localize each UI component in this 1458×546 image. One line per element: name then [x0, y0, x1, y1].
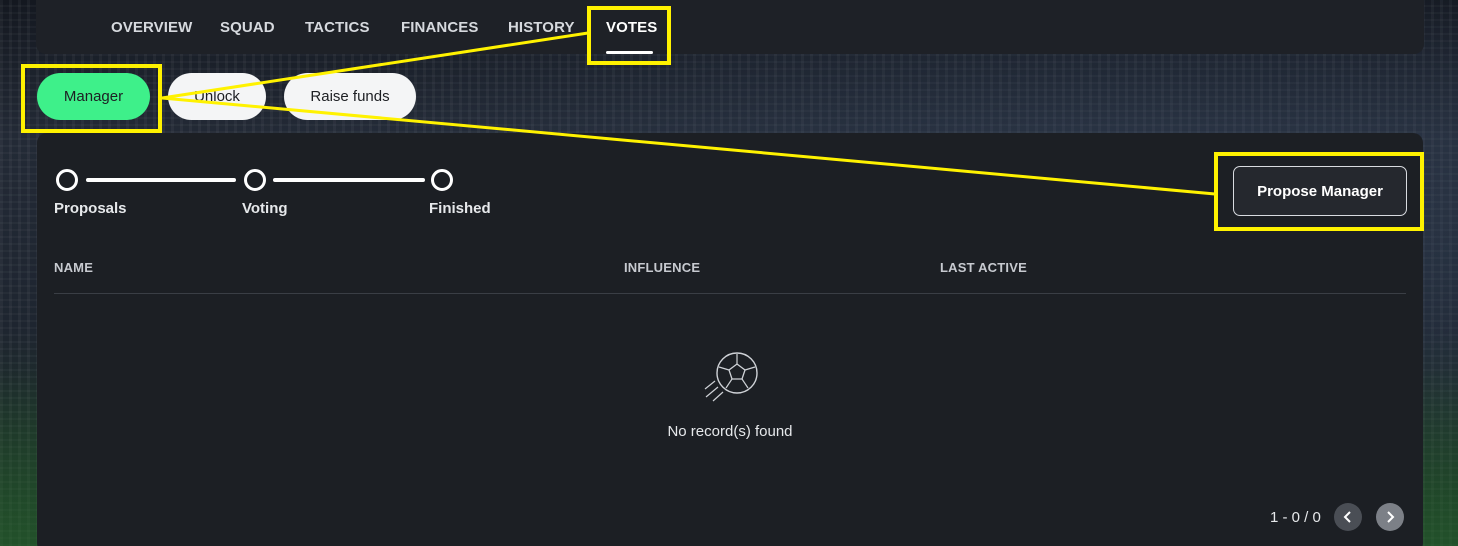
club-tab-bar: OVERVIEW SQUAD TACTICS FINANCES HISTORY …: [36, 0, 1424, 54]
step-proposals-indicator: [56, 169, 78, 191]
step-finished-label: Finished: [429, 200, 491, 217]
vote-type-unlock-button[interactable]: Unlock: [168, 73, 266, 120]
chevron-left-icon: [1343, 511, 1351, 523]
tab-votes[interactable]: VOTES: [606, 19, 657, 36]
tab-overview[interactable]: OVERVIEW: [111, 19, 192, 36]
tab-finances[interactable]: FINANCES: [401, 19, 478, 36]
column-header-influence[interactable]: INFLUENCE: [624, 260, 700, 275]
propose-manager-button[interactable]: Propose Manager: [1233, 166, 1407, 216]
step-voting-label: Voting: [242, 200, 288, 217]
step-connector: [86, 178, 236, 182]
column-header-name[interactable]: NAME: [54, 260, 93, 275]
next-page-button[interactable]: [1376, 503, 1404, 531]
step-proposals-label: Proposals: [54, 200, 127, 217]
tab-squad[interactable]: SQUAD: [220, 19, 275, 36]
column-header-last-active[interactable]: LAST ACTIVE: [940, 260, 1027, 275]
soccer-ball-icon: [701, 349, 761, 414]
vote-type-raise-funds-button[interactable]: Raise funds: [284, 73, 416, 120]
vote-type-manager-button[interactable]: Manager: [37, 73, 150, 120]
tab-history[interactable]: HISTORY: [508, 19, 575, 36]
chevron-right-icon: [1387, 511, 1395, 523]
table-header-divider: [54, 293, 1406, 294]
step-voting-indicator: [244, 169, 266, 191]
active-tab-indicator: [606, 51, 653, 54]
step-finished-indicator: [431, 169, 453, 191]
votes-panel: Proposals Voting Finished Propose Manage…: [37, 133, 1423, 546]
empty-state-message: No record(s) found: [667, 423, 793, 440]
tab-tactics[interactable]: TACTICS: [305, 19, 370, 36]
pagination-summary: 1 - 0 / 0: [1270, 509, 1321, 526]
step-connector: [273, 178, 425, 182]
previous-page-button[interactable]: [1334, 503, 1362, 531]
